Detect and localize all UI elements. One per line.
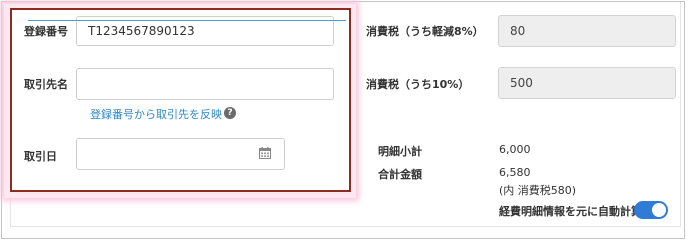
reduced-tax-field: 80 — [498, 15, 676, 47]
toggle-knob — [652, 203, 666, 217]
reduced-tax-label: 消費税（うち軽減8%） — [366, 25, 484, 38]
total-label: 合計金額 — [378, 168, 422, 181]
standard-tax-field: 500 — [498, 67, 676, 99]
subtotal-value: 6,000 — [499, 143, 531, 156]
standard-tax-label: 消費税（うち10%） — [366, 78, 470, 91]
auto-calc-label: 経費明細情報を元に自動計算 — [499, 205, 642, 218]
transaction-date-input[interactable] — [76, 138, 285, 170]
selection-line — [28, 20, 346, 21]
total-tax-note: (内 消費税580) — [499, 184, 577, 197]
reflect-partner-link[interactable]: 登録番号から取引先を反映 — [90, 106, 222, 122]
help-icon[interactable]: ? — [224, 107, 236, 119]
partner-name-input[interactable] — [76, 68, 334, 100]
transaction-date-label: 取引日 — [24, 150, 57, 163]
registration-number-label: 登録番号 — [24, 25, 68, 38]
subtotal-label: 明細小計 — [378, 145, 422, 158]
total-value: 6,580 — [499, 166, 531, 179]
auto-calc-toggle[interactable] — [634, 201, 668, 219]
calendar-icon[interactable] — [259, 147, 271, 159]
partner-name-label: 取引先名 — [24, 78, 68, 91]
